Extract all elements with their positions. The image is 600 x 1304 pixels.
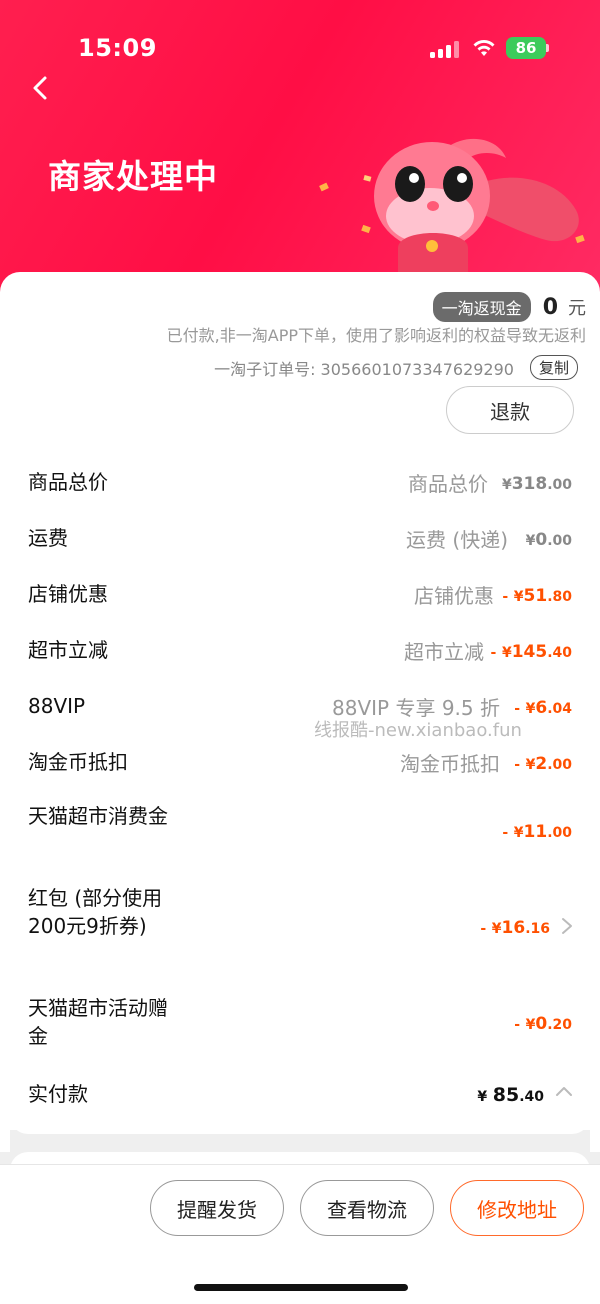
row-label: 运费	[28, 526, 68, 550]
row-label: 天猫超市消费金	[28, 804, 168, 828]
suborder-number: 一淘子订单号: 3056601073347629290	[214, 359, 514, 379]
suborder-row: 一淘子订单号: 3056601073347629290 复制	[214, 355, 578, 380]
home-indicator	[194, 1284, 408, 1291]
view-logistics-button[interactable]: 查看物流	[300, 1180, 434, 1236]
row-amount: - ¥51.80	[502, 586, 572, 606]
row-amount: - ¥2.00	[514, 754, 572, 774]
back-arrow-icon[interactable]	[26, 72, 58, 104]
battery-tip	[546, 44, 549, 52]
row-amount: - ¥11.00	[502, 822, 572, 842]
total-amount: ¥ 85.40	[477, 1084, 544, 1106]
remind-shipment-button[interactable]: 提醒发货	[150, 1180, 284, 1236]
price-row-shipping: 运费 运费 (快递) ¥0.00	[28, 524, 572, 552]
rebate-amount: 0	[542, 294, 558, 320]
row-desc: 商品总价	[408, 472, 488, 496]
watermark: 线报酷-new.xianbao.fun	[314, 720, 522, 741]
chevron-right-icon[interactable]	[560, 916, 574, 936]
wifi-icon	[473, 40, 495, 56]
row-label: 天猫超市活动赠金	[28, 996, 168, 1048]
page-title: 商家处理中	[48, 157, 218, 196]
price-row-red-packet[interactable]: 红包 (部分使用200元9折券) - ¥16.16	[28, 884, 572, 968]
row-amount: - ¥0.20	[514, 1014, 572, 1034]
row-label: 88VIP	[28, 694, 86, 718]
copy-button[interactable]: 复制	[529, 355, 578, 380]
price-row-goods-total: 商品总价 商品总价 ¥318.00	[28, 468, 572, 496]
row-desc: 超市立减	[404, 640, 484, 664]
status-time: 15:09	[78, 34, 157, 62]
row-label: 淘金币抵扣	[28, 750, 128, 774]
modify-address-button[interactable]: 修改地址	[450, 1180, 584, 1236]
row-label: 店铺优惠	[28, 582, 108, 606]
rebate-badge: 一淘返现金	[432, 292, 531, 322]
row-amount: - ¥145.40	[490, 642, 572, 662]
rebate-unit: 元	[568, 298, 586, 319]
rebate-note: 已付款,非一淘APP下单，使用了影响返利的权益导致无返利	[166, 326, 586, 345]
price-row-tmall-bonus: 天猫超市活动赠金 - ¥0.20	[28, 994, 572, 1050]
cellular-signal-icon	[430, 40, 460, 58]
row-label: 红包 (部分使用200元9折券)	[28, 886, 163, 938]
refund-button[interactable]: 退款	[446, 386, 574, 434]
row-label: 商品总价	[28, 470, 108, 494]
status-bar: 15:09 86	[0, 32, 600, 66]
row-desc: 运费 (快递)	[406, 528, 508, 552]
battery-level: 86	[515, 39, 537, 57]
price-row-store-discount: 店铺优惠 店铺优惠 - ¥51.80	[28, 580, 572, 608]
mascot-illustration	[319, 138, 585, 276]
row-desc: 淘金币抵扣	[400, 752, 500, 776]
row-amount: - ¥6.04	[514, 698, 572, 718]
price-row-taojinbi: 淘金币抵扣 淘金币抵扣 - ¥2.00	[28, 748, 572, 776]
rebate-row: 一淘返现金 0 元	[432, 292, 586, 322]
row-label: 实付款	[28, 1082, 88, 1106]
row-desc: 店铺优惠	[414, 584, 494, 608]
row-amount: ¥318.00	[501, 474, 572, 494]
price-row-supermarket-discount: 超市立减 超市立减 - ¥145.40	[28, 636, 572, 664]
row-amount: ¥0.00	[525, 530, 572, 550]
price-row-tmall-credit: 天猫超市消费金 - ¥11.00	[28, 802, 572, 858]
row-label: 超市立减	[28, 638, 108, 662]
row-amount: - ¥16.16	[480, 918, 550, 938]
chevron-up-icon[interactable]	[554, 1084, 574, 1098]
battery-indicator: 86	[506, 37, 546, 59]
price-row-paid-total[interactable]: 实付款 ¥ 85.40	[28, 1080, 572, 1108]
